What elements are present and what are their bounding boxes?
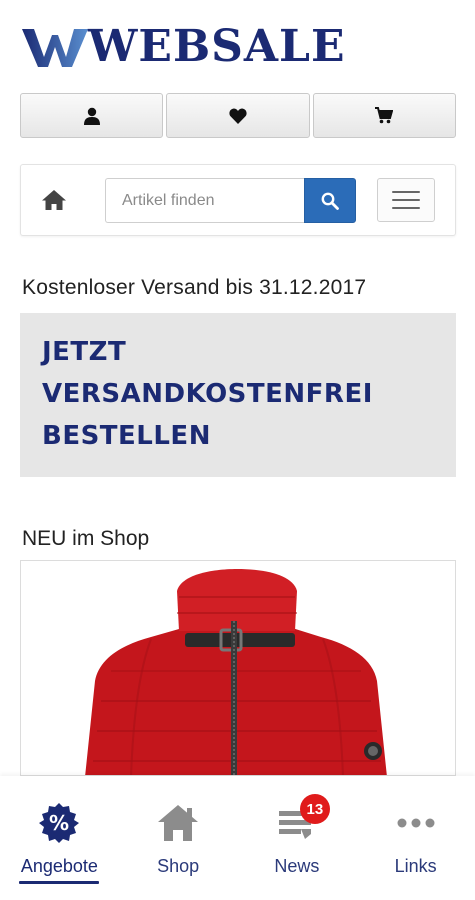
nav-label-angebote: Angebote — [20, 856, 98, 876]
product-image-red-jacket — [85, 569, 387, 775]
wishlist-button[interactable] — [166, 93, 310, 138]
nav-label-shop: Shop — [157, 856, 200, 876]
new-in-shop-heading: NEU im Shop — [22, 527, 150, 550]
home-icon — [158, 805, 199, 841]
news-count-badge: 13 — [299, 794, 330, 824]
websale-logo-mark — [22, 29, 88, 67]
account-button[interactable] — [20, 93, 164, 138]
heart-icon — [229, 108, 247, 124]
nav-item-news[interactable]: 13 News — [242, 794, 352, 900]
search-button[interactable] — [304, 178, 356, 223]
more-icon — [397, 818, 435, 828]
svg-text:%: % — [49, 811, 69, 835]
nav-item-links[interactable]: Links — [361, 802, 471, 900]
search-icon — [321, 192, 339, 210]
nav-item-angebote[interactable]: % Angebote — [4, 802, 114, 900]
banner-line-3: BESTELLEN — [42, 421, 211, 451]
active-tab-indicator — [19, 881, 100, 884]
user-icon — [83, 107, 100, 125]
product-card[interactable] — [20, 560, 456, 776]
nav-label-news: News — [274, 856, 320, 876]
shipping-info-text: Kostenloser Versand bis 31.12.2017 — [22, 276, 367, 299]
cart-icon — [375, 107, 394, 124]
home-button[interactable] — [39, 185, 69, 215]
nav-label-links: Links — [394, 856, 437, 876]
hamburger-menu-button[interactable] — [377, 178, 435, 222]
account-actions — [20, 93, 456, 138]
cart-button[interactable] — [312, 93, 456, 138]
hamburger-menu-icon — [392, 191, 420, 209]
websale-logo[interactable]: WEBSALE — [22, 22, 346, 72]
banner-line-1: JETZT — [42, 337, 127, 367]
home-icon — [42, 190, 66, 210]
promo-banner[interactable]: JETZT VERSANDKOSTENFREI BESTELLEN — [20, 313, 456, 477]
bottom-navigation: % Angebote Shop 13 News Links — [0, 776, 475, 900]
search-input[interactable] — [105, 178, 305, 223]
banner-line-2: VERSANDKOSTENFREI — [42, 379, 373, 409]
percent-badge-icon: % — [39, 803, 80, 843]
logo-text: WEBSALE — [88, 21, 346, 72]
search-panel — [20, 164, 456, 236]
nav-item-shop[interactable]: Shop — [123, 802, 233, 900]
